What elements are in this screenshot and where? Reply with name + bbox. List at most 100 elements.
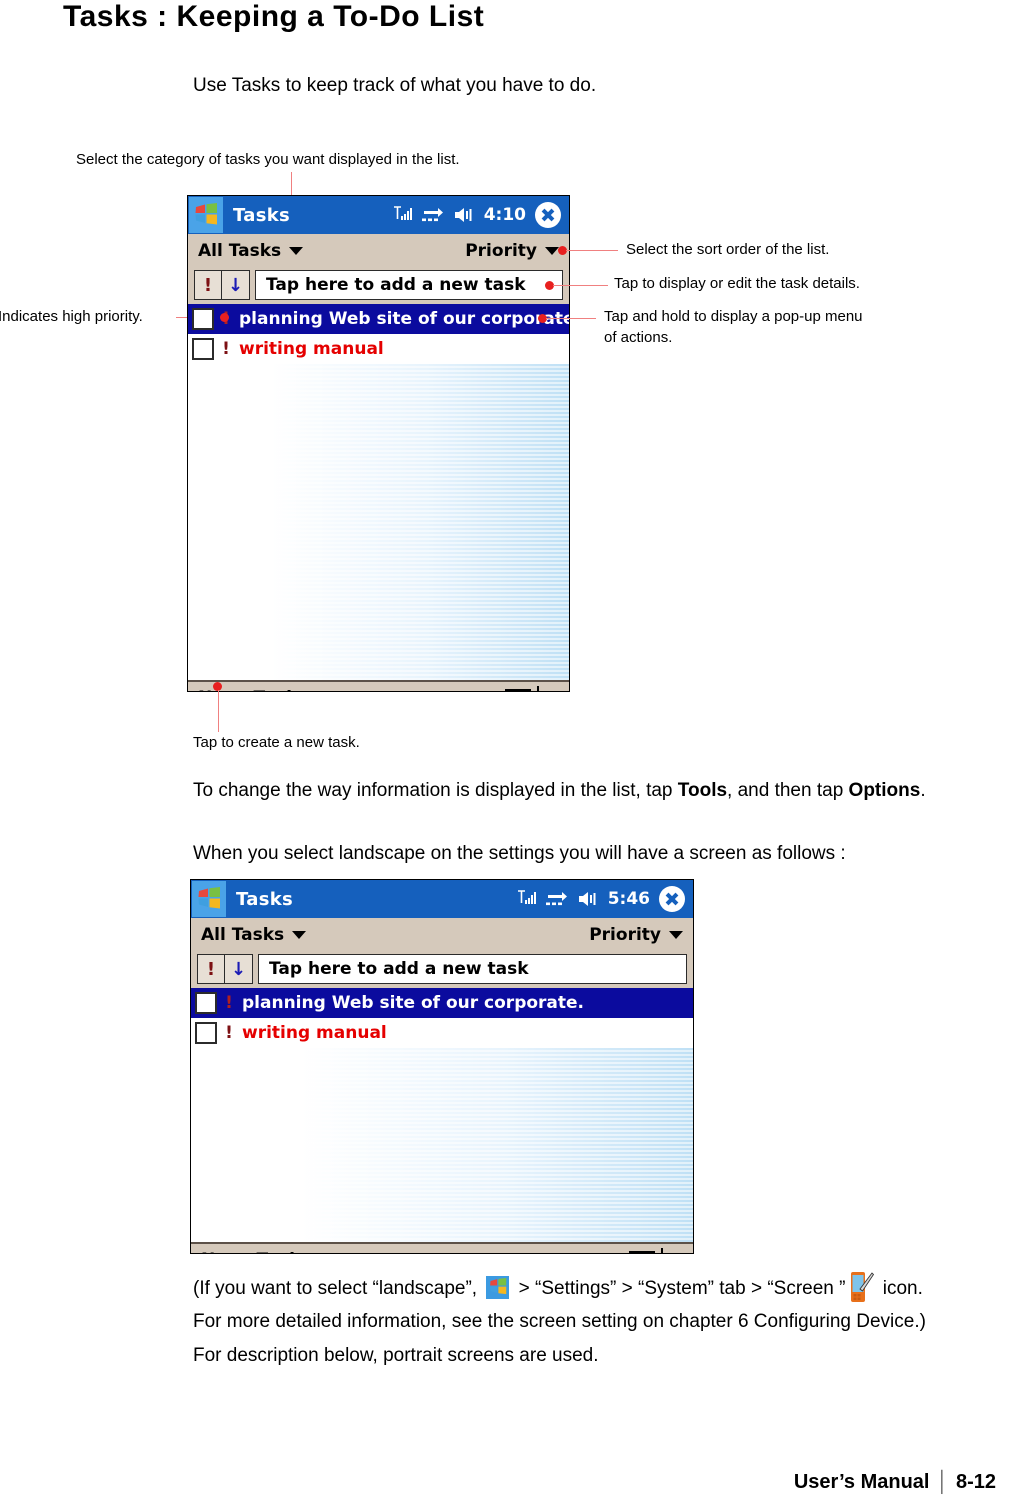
task-row-selected[interactable]: ! planning Web site of our corporate.	[191, 988, 693, 1018]
pda2-bottom-toolbar: New Tools	[191, 1242, 693, 1253]
windows-logo-icon[interactable]	[189, 197, 223, 233]
sort-dropdown-label[interactable]: Priority	[465, 241, 537, 261]
task-checkbox[interactable]	[192, 338, 214, 360]
priority-filter-button[interactable]: !	[197, 954, 225, 984]
task-checkbox[interactable]	[195, 1022, 217, 1044]
new-task-input[interactable]: Tap here to add a new task	[258, 954, 687, 984]
callout-high-priority: Indicates high priority.	[0, 308, 143, 325]
landscape-path-pre: (If you want to select “landscape”,	[193, 1278, 483, 1299]
pda2-clock: 5:46	[607, 889, 650, 909]
chevron-down-icon-category[interactable]	[289, 247, 304, 255]
pda2-new-task-row: ! ↓ Tap here to add a new task	[191, 952, 693, 988]
callout-sort-order: Select the sort order of the list.	[626, 241, 830, 258]
task-row-selected[interactable]: ! planning Web site of our corporate.	[188, 304, 569, 334]
pda2-sort-area: Priority	[589, 925, 683, 945]
pda1-input-panel-controls	[505, 686, 561, 691]
task-row[interactable]: ! writing manual	[188, 334, 569, 364]
task-label: planning Web site of our corporate.	[242, 993, 585, 1013]
pda-screenshot-portrait: Tasks 4:10 All Tasks Priority ! ↓ Tap he…	[187, 195, 570, 692]
landscape-path-end: icon.	[877, 1278, 923, 1299]
task-label: writing manual	[239, 339, 384, 359]
speaker-icon[interactable]	[577, 890, 599, 908]
windows-flag-icon	[195, 203, 217, 225]
connectivity-icon[interactable]	[421, 206, 444, 224]
category-dropdown-label[interactable]: All Tasks	[198, 241, 281, 261]
paragraph-landscape-path: (If you want to select “landscape”, > “S…	[193, 1272, 923, 1306]
windows-logo-icon[interactable]	[192, 881, 226, 917]
task-checkbox[interactable]	[192, 308, 214, 330]
footer-page-number: 8-12	[955, 1471, 996, 1493]
options-text-pre: To change the way information is display…	[193, 780, 678, 801]
sort-direction-button[interactable]: ↓	[222, 270, 250, 300]
new-task-input[interactable]: Tap here to add a new task	[255, 270, 563, 300]
signal-icon[interactable]	[393, 206, 413, 224]
new-task-button[interactable]: New	[201, 1250, 242, 1253]
pda2-app-title: Tasks	[236, 888, 294, 910]
callout-dot-high-priority	[220, 313, 229, 322]
page-title: Tasks : Keeping a To-Do List	[63, 0, 485, 33]
task-label: planning Web site of our corporate.	[239, 309, 570, 329]
sort-dropdown-label[interactable]: Priority	[589, 925, 661, 945]
callout-popup-menu-line2: of actions.	[604, 329, 673, 346]
priority-high-icon: !	[222, 339, 230, 359]
task-row[interactable]: ! writing manual	[191, 1018, 693, 1048]
close-icon[interactable]	[659, 886, 685, 912]
paragraph-options: To change the way information is display…	[193, 780, 926, 802]
intro-text: Use Tasks to keep track of what you have…	[193, 75, 597, 96]
pda2-list-body	[191, 1048, 693, 1242]
pda1-new-task-row: ! ↓ Tap here to add a new task	[188, 268, 569, 304]
leader-line-popup	[546, 318, 596, 319]
callout-popup-menu-line1: Tap and hold to display a pop-up menu	[604, 308, 863, 325]
keyboard-icon[interactable]	[629, 1250, 655, 1253]
callout-task-details: Tap to display or edit the task details.	[614, 275, 860, 292]
pda1-clock: 4:10	[483, 205, 526, 225]
sort-direction-button[interactable]: ↓	[225, 954, 253, 984]
paragraph-detail-line: For more detailed information, see the s…	[193, 1311, 926, 1332]
chevron-down-icon-sort[interactable]	[545, 247, 559, 255]
speaker-icon[interactable]	[453, 206, 475, 224]
pda2-titlebar: Tasks 5:46	[191, 880, 693, 918]
leader-line-sort	[566, 250, 618, 251]
pda-screenshot-landscape: Tasks 5:46 All Tasks Priority ! ↓ Tap he…	[190, 879, 694, 1254]
connectivity-icon[interactable]	[545, 890, 568, 908]
pda2-status-icons: 5:46	[517, 886, 693, 912]
options-tools-bold: Tools	[677, 780, 728, 801]
pda2-input-panel-controls	[629, 1248, 685, 1253]
divider	[537, 686, 539, 691]
pda1-sort-area: Priority	[465, 241, 559, 261]
chevron-down-icon-category[interactable]	[292, 931, 307, 939]
tools-menu-button[interactable]: Tools	[256, 1250, 305, 1253]
divider	[661, 1248, 663, 1253]
priority-filter-button[interactable]: !	[194, 270, 222, 300]
pda1-list-body	[188, 364, 569, 680]
paragraph-portrait-line: For description below, portrait screens …	[193, 1345, 599, 1366]
priority-high-icon: !	[225, 1023, 233, 1043]
pda1-titlebar: Tasks 4:10	[188, 196, 569, 234]
screen-settings-icon[interactable]	[848, 1272, 875, 1306]
keyboard-icon[interactable]	[505, 688, 531, 691]
landscape-path-mid: > “Settings” > “System” tab > “Screen ”	[513, 1278, 846, 1299]
windows-start-icon[interactable]	[486, 1276, 510, 1299]
chevron-down-icon-sort[interactable]	[669, 931, 683, 939]
paragraph-landscape-note: When you select landscape on the setting…	[193, 843, 846, 864]
pda1-bottom-toolbar: New Tools	[188, 680, 569, 691]
pda1-menubar: All Tasks Priority	[188, 234, 569, 268]
tools-menu-button[interactable]: Tools	[253, 688, 302, 691]
pda1-status-icons: 4:10	[393, 202, 569, 228]
signal-icon[interactable]	[517, 890, 537, 908]
category-dropdown-label[interactable]: All Tasks	[201, 925, 284, 945]
windows-flag-icon	[198, 887, 220, 909]
task-checkbox[interactable]	[195, 992, 217, 1014]
pda1-app-title: Tasks	[233, 204, 291, 226]
task-label: writing manual	[242, 1023, 387, 1043]
footer-manual-label: User’s Manual	[793, 1471, 930, 1493]
close-icon[interactable]	[535, 202, 561, 228]
priority-high-icon: !	[225, 993, 233, 1013]
footer-separator: │	[936, 1471, 949, 1493]
windows-flag-icon	[490, 1278, 507, 1295]
pda-device-icon	[851, 1272, 875, 1302]
pda2-menubar: All Tasks Priority	[191, 918, 693, 952]
leader-line-details	[553, 285, 608, 286]
options-text-mid: , and then tap	[727, 780, 849, 801]
footer: User’s Manual │ 8-12	[794, 1471, 996, 1494]
